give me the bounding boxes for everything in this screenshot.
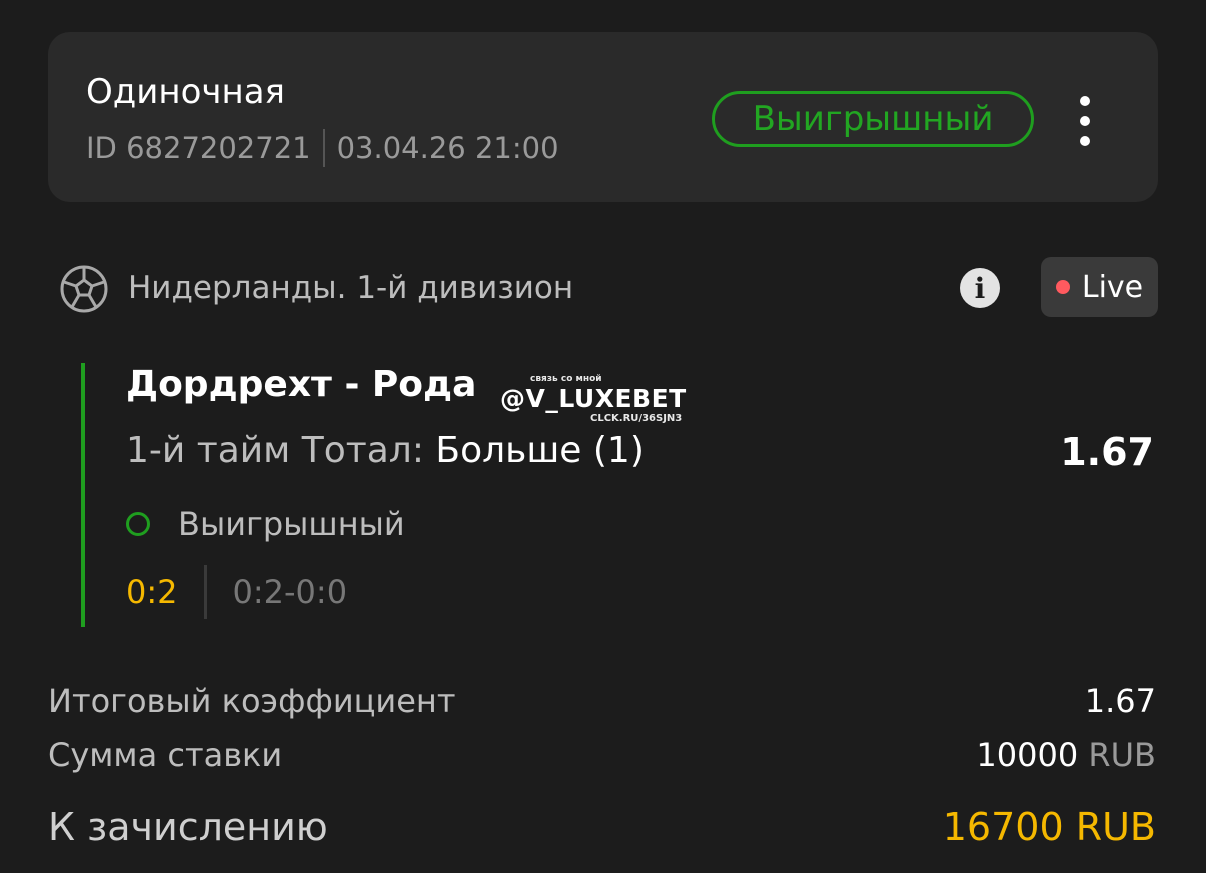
event-status-bar xyxy=(81,363,85,627)
league-name[interactable]: Нидерланды. 1-й дивизион xyxy=(128,270,573,306)
selection-result: Выигрышный xyxy=(126,505,405,543)
live-dot-icon xyxy=(1055,280,1070,294)
total-coef-value: 1.67 xyxy=(1084,682,1156,720)
league-row: Нидерланды. 1-й дивизион i Live xyxy=(58,257,1158,318)
info-icon[interactable]: i xyxy=(960,268,1000,308)
live-badge[interactable]: Live xyxy=(1041,257,1158,317)
market-selection: Больше (1) xyxy=(435,430,644,471)
summary-stake: Сумма ставки 10000 RUB xyxy=(48,736,1156,774)
stake-value: 10000 RUB xyxy=(976,736,1156,774)
match-title[interactable]: Дордрехт - Рода xyxy=(126,364,476,405)
stake-amount: 10000 xyxy=(976,736,1079,774)
bet-id: ID 6827202721 xyxy=(86,131,311,165)
bet-type: Одиночная xyxy=(86,72,286,112)
soccer-ball-icon xyxy=(60,265,108,313)
total-coef-label: Итоговый коэффициент xyxy=(48,682,456,720)
bet-meta: ID 6827202721 03.04.26 21:00 xyxy=(86,129,559,167)
result-text: Выигрышный xyxy=(178,505,405,543)
watermark-bottom-text: CLCK.RU/36SJN3 xyxy=(590,413,683,424)
watermark-top-text: связь со мной xyxy=(530,374,602,384)
selection-odds: 1.67 xyxy=(1060,430,1154,474)
stake-currency: RUB xyxy=(1088,736,1156,774)
score-row: 0:2 0:2-0:0 xyxy=(126,565,347,619)
meta-divider xyxy=(322,129,325,167)
payout-label: К зачислению xyxy=(48,805,328,849)
summary-payout: К зачислению 16700 RUB xyxy=(48,805,1156,849)
live-label: Live xyxy=(1081,269,1144,305)
current-score: 0:2 xyxy=(126,573,178,611)
score-divider xyxy=(203,565,207,619)
watermark-overlay: связь со мной @V_LUXEBET CLCK.RU/36SJN3 xyxy=(500,374,710,430)
bet-card-header: Одиночная ID 6827202721 03.04.26 21:00 В… xyxy=(48,32,1158,202)
payout-value: 16700 RUB xyxy=(942,805,1156,849)
bet-datetime: 03.04.26 21:00 xyxy=(336,131,559,165)
stake-label: Сумма ставки xyxy=(48,736,283,774)
result-ring-icon xyxy=(126,512,150,536)
market-row: 1-й тайм Тотал: Больше (1) xyxy=(126,430,644,471)
more-vertical-icon[interactable] xyxy=(1070,96,1100,146)
score-detail: 0:2-0:0 xyxy=(232,573,348,611)
watermark-main-text: @V_LUXEBET xyxy=(500,384,687,413)
market-label: 1-й тайм Тотал: xyxy=(126,430,436,471)
summary-coefficient: Итоговый коэффициент 1.67 xyxy=(48,682,1156,720)
bet-status-badge: Выигрышный xyxy=(712,91,1034,147)
